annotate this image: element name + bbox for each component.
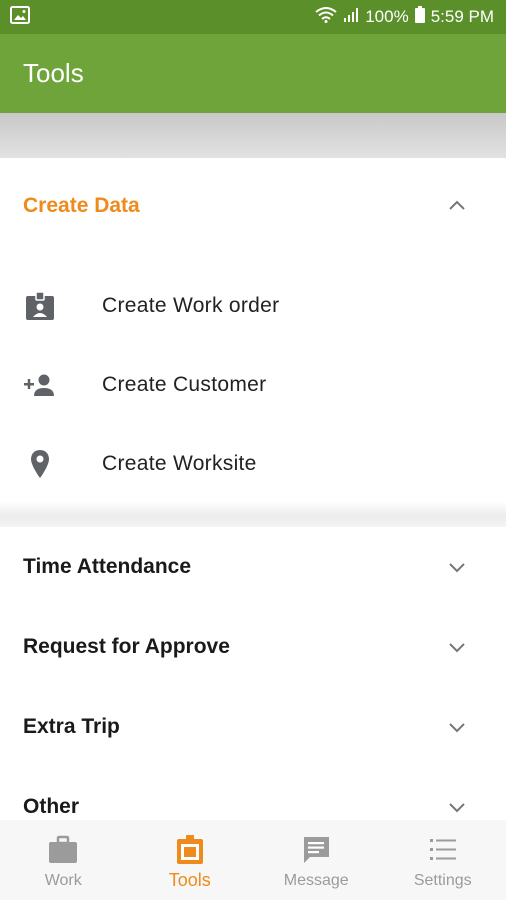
clock: 5:59 PM (430, 7, 494, 26)
item-label: Create Work order (102, 294, 280, 317)
app-bar: Tools (0, 34, 506, 113)
section-create-data[interactable]: Create Data (0, 158, 506, 253)
item-label: Create Worksite (102, 452, 257, 475)
nav-label: Tools (168, 870, 211, 890)
section-title: Request for Approve (23, 635, 230, 658)
section-request-for-approve[interactable]: Request for Approve (0, 607, 506, 687)
tools-icon (176, 835, 203, 864)
nav-work[interactable]: Work (0, 820, 127, 900)
list-item-create-work-order[interactable]: Create Work order (0, 276, 506, 336)
status-bar: 100% 5:59 PM (0, 0, 506, 34)
signal-icon (343, 7, 359, 28)
chevron-down-icon (449, 803, 465, 813)
list-item-create-customer[interactable]: Create Customer (0, 355, 506, 415)
chevron-down-icon (449, 723, 465, 733)
page-title: Tools (23, 58, 84, 88)
section-title: Other (23, 795, 80, 818)
battery-percent: 100% (365, 7, 409, 26)
image-notification-icon (10, 5, 30, 29)
section-divider (0, 501, 506, 527)
chevron-down-icon (449, 643, 465, 653)
nav-tools[interactable]: Tools (127, 820, 254, 900)
section-extra-trip[interactable]: Extra Trip (0, 687, 506, 767)
list-item-create-worksite[interactable]: Create Worksite (0, 434, 506, 494)
nav-label: Message (283, 872, 349, 889)
section-title: Create Data (23, 193, 140, 217)
nav-message[interactable]: Message (253, 820, 380, 900)
nav-label: Settings (413, 872, 472, 889)
section-other[interactable]: Other (0, 767, 506, 820)
message-icon (303, 837, 330, 863)
chevron-down-icon (449, 563, 465, 573)
section-title: Time Attendance (23, 555, 192, 578)
nav-label: Work (44, 872, 82, 889)
nav-settings[interactable]: Settings (380, 820, 506, 900)
bottom-nav: Work Tools Message Settings (0, 820, 506, 900)
badge-icon (26, 291, 54, 320)
header-shadow-band (0, 113, 506, 158)
wifi-icon (315, 6, 337, 28)
list-settings-icon (429, 839, 456, 860)
item-label: Create Customer (102, 373, 267, 396)
section-title: Extra Trip (23, 715, 120, 738)
person-add-icon (24, 374, 54, 396)
chevron-up-icon (449, 200, 465, 210)
section-time-attendance[interactable]: Time Attendance (0, 527, 506, 607)
status-right: 100% 5:59 PM (315, 6, 494, 28)
tools-list: Create Data Create Work order Create Cus… (0, 158, 506, 820)
location-pin-icon (31, 450, 49, 478)
battery-icon (414, 6, 425, 28)
briefcase-icon (49, 835, 78, 863)
